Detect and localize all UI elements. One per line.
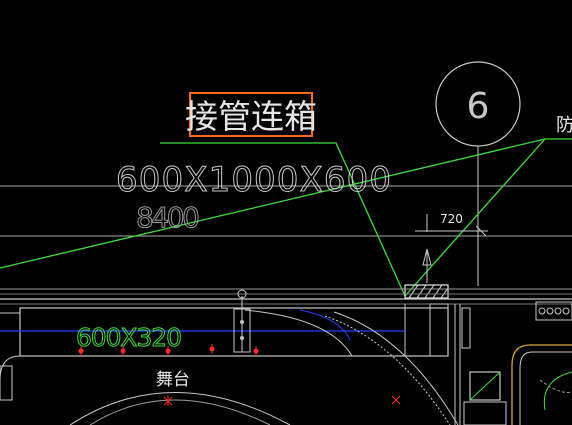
- arc-red-mark: [391, 395, 401, 405]
- room-label: 舞台: [156, 370, 190, 390]
- hatch-pattern: [408, 284, 449, 299]
- cad-canvas[interactable]: 6 接管连箱 600X1000X600 8400 防 720 600X320 舞…: [0, 0, 572, 425]
- top-right-circles: [538, 307, 570, 315]
- valve-dot-2: [240, 336, 244, 340]
- right-slot: [461, 307, 471, 349]
- valve-dot-1: [240, 320, 244, 324]
- leader-line-right: [404, 138, 546, 297]
- yellow-duct-outer: [511, 344, 572, 425]
- cad-drawing: 6 接管连箱 600X1000X600 8400 防 720 600X320 舞…: [0, 61, 572, 425]
- yellow-duct-inner: [519, 351, 572, 425]
- box-dimensions-text: 600X1000X600: [116, 160, 391, 200]
- right-lower-box: [463, 401, 507, 425]
- arc-toothed: [324, 315, 451, 425]
- left-element: [0, 365, 13, 401]
- stage-arc: [69, 392, 291, 425]
- right-square-diag: [469, 371, 501, 401]
- duct-size-text: 600X320: [76, 323, 182, 352]
- stage-red-mark: [163, 396, 173, 406]
- arc-inner: [244, 309, 353, 357]
- column-block: [429, 303, 449, 357]
- dim-720-text: 720: [440, 212, 463, 226]
- top-right-box: [535, 301, 572, 321]
- dashed-curve-right: [539, 379, 572, 393]
- elevation-text: 8400: [136, 201, 200, 234]
- edge-label: 防: [556, 115, 572, 136]
- axis-bubble-label: 6: [467, 86, 490, 127]
- highlight-label: 接管连箱: [185, 97, 317, 136]
- duct-left-curve: [0, 355, 21, 381]
- arc-outer: [333, 311, 459, 425]
- leader-line-long: [0, 138, 546, 269]
